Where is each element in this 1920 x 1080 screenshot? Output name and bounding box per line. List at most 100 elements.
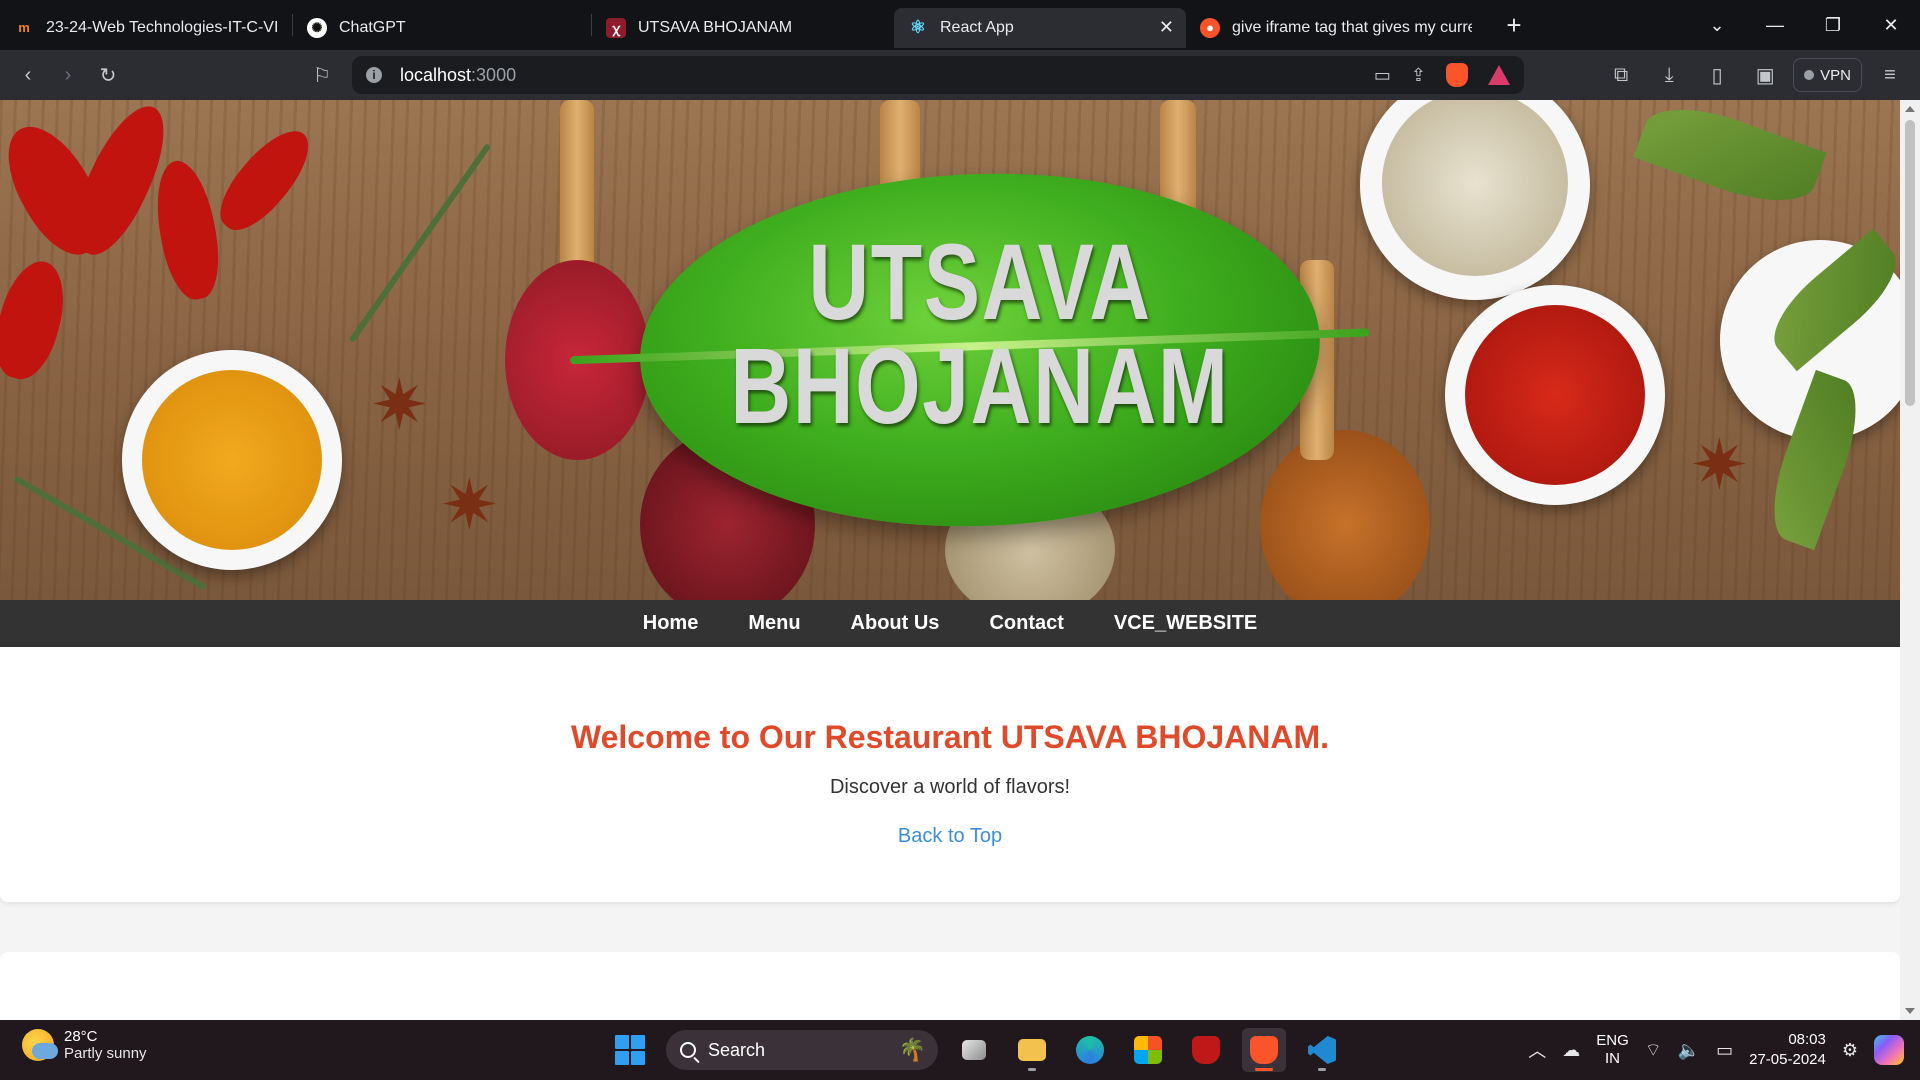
battery-icon[interactable]: ▭ — [1716, 1040, 1733, 1061]
minimize-button[interactable]: — — [1746, 15, 1804, 36]
start-button[interactable] — [608, 1028, 652, 1072]
notifications-icon[interactable]: ⚙ — [1842, 1040, 1858, 1061]
tab-react-app[interactable]: ⚛ React App ✕ — [894, 7, 1186, 48]
tab-iframe-question[interactable]: ● give iframe tag that gives my current — [1186, 8, 1486, 48]
brave-icon: ● — [1200, 17, 1220, 38]
browser-tab-strip: m 23-24-Web Technologies-IT-C-VI-SE ✺ Ch… — [0, 0, 1920, 50]
tab-title: give iframe tag that gives my current — [1232, 18, 1472, 36]
clock[interactable]: 08:03 27-05-2024 — [1749, 1030, 1826, 1070]
tab-chatgpt[interactable]: ✺ ChatGPT — [293, 8, 591, 48]
page-scrollbar[interactable] — [1900, 100, 1920, 1020]
clock-date: 27-05-2024 — [1749, 1051, 1826, 1068]
banner-title: UTSAVA BHOJANAM — [715, 221, 1245, 446]
taskbar-search[interactable]: Search 🌴 — [666, 1030, 938, 1070]
welcome-heading: Welcome to Our Restaurant UTSAVA BHOJANA… — [570, 719, 1329, 755]
file-explorer-app[interactable] — [1010, 1028, 1054, 1072]
tab-web-technologies[interactable]: m 23-24-Web Technologies-IT-C-VI-SE — [0, 8, 292, 48]
scroll-up-icon[interactable] — [1905, 106, 1915, 112]
sidebar-icon[interactable]: ▯ — [1697, 55, 1737, 95]
edge-icon — [1076, 1036, 1104, 1064]
weather-condition: Partly sunny — [64, 1045, 147, 1062]
nav-contact[interactable]: Contact — [989, 612, 1063, 635]
task-view-icon — [962, 1040, 986, 1060]
tab-title: UTSAVA BHOJANAM — [638, 18, 793, 36]
chili-decoration — [148, 156, 227, 304]
chili-decoration — [0, 254, 75, 386]
next-section — [0, 952, 1900, 1020]
mcafee-icon — [1192, 1036, 1220, 1064]
tab-title: React App — [940, 18, 1014, 36]
language-indicator[interactable]: ENG IN — [1596, 1032, 1629, 1068]
vpn-label: VPN — [1820, 66, 1851, 84]
reload-icon[interactable]: ↻ — [88, 55, 128, 95]
volume-icon[interactable]: 🔈 — [1678, 1040, 1700, 1061]
bay-leaf-decoration — [1633, 100, 1827, 219]
tab-title: 23-24-Web Technologies-IT-C-VI-SE — [46, 18, 278, 36]
restore-button[interactable]: ❐ — [1804, 15, 1862, 36]
edge-app[interactable] — [1068, 1028, 1112, 1072]
bookmark-icon[interactable]: ⚐ — [302, 55, 342, 95]
vscode-app[interactable] — [1300, 1028, 1344, 1072]
copilot-icon[interactable] — [1874, 1035, 1904, 1065]
onedrive-icon[interactable]: ☁ — [1562, 1040, 1580, 1061]
browser-toolbar: ‹ › ↻ ⚐ i localhost:3000 ▭ ⇪ ⧉ ⤓ ▯ ▣ VPN… — [0, 50, 1920, 100]
tab-search-icon[interactable]: ⌄ — [1688, 15, 1746, 36]
folder-icon — [1018, 1039, 1046, 1061]
cast-icon[interactable]: ▭ — [1374, 65, 1391, 86]
weather-temp: 28°C — [64, 1028, 98, 1045]
close-window-button[interactable]: ✕ — [1862, 15, 1920, 36]
brave-rewards-icon[interactable] — [1488, 65, 1510, 85]
site-info-icon[interactable]: i — [366, 67, 382, 83]
window-controls: ⌄ — ❐ ✕ — [1688, 0, 1920, 50]
task-view-button[interactable] — [952, 1028, 996, 1072]
vpn-button[interactable]: VPN — [1793, 58, 1862, 92]
address-bar[interactable]: i localhost:3000 ▭ ⇪ — [352, 56, 1524, 94]
nav-menu[interactable]: Menu — [748, 612, 800, 635]
chili-decoration — [207, 117, 323, 243]
tab-title: ChatGPT — [339, 18, 406, 36]
star-anise-decoration: ✷ — [370, 366, 429, 444]
menu-icon[interactable]: ≡ — [1870, 55, 1910, 95]
site-navbar: Home Menu About Us Contact VCE_WEBSITE — [0, 600, 1900, 647]
nav-about-us[interactable]: About Us — [851, 612, 940, 635]
extensions-icon[interactable]: ⧉ — [1601, 55, 1641, 95]
scroll-down-icon[interactable] — [1905, 1008, 1915, 1014]
store-icon — [1134, 1036, 1162, 1064]
tab-utsava-bhojanam[interactable]: ꭓ UTSAVA BHOJANAM — [592, 8, 890, 48]
star-anise-decoration: ✷ — [1690, 426, 1749, 504]
banner-title-line: UTSAVA — [808, 221, 1152, 342]
partly-sunny-icon — [22, 1029, 58, 1061]
windows-taskbar: 28°C Partly sunny Search 🌴 ︿ ☁ ENG IN ⌔ … — [0, 1020, 1920, 1080]
moodle-icon: m — [18, 20, 30, 35]
weather-widget[interactable]: 28°C Partly sunny — [22, 1028, 147, 1062]
search-highlight-icon: 🌴 — [898, 1037, 926, 1062]
vpn-status-icon — [1804, 70, 1815, 80]
back-icon[interactable]: ‹ — [8, 55, 48, 95]
download-icon[interactable]: ⤓ — [1649, 55, 1689, 95]
clock-time: 08:03 — [1788, 1031, 1826, 1048]
nav-home[interactable]: Home — [643, 612, 699, 635]
nav-vce-website[interactable]: VCE_WEBSITE — [1114, 612, 1257, 635]
wifi-icon[interactable]: ⌔ — [1645, 1039, 1662, 1062]
new-tab-button[interactable]: + — [1494, 5, 1534, 45]
mcafee-app[interactable] — [1184, 1028, 1228, 1072]
brave-app[interactable] — [1242, 1028, 1286, 1072]
spoon-decoration — [1260, 430, 1430, 600]
region-code: IN — [1605, 1050, 1620, 1067]
hero-banner: ✷ ✷ ✷ UTSAVA BHOJANAM — [0, 100, 1900, 600]
back-to-top-link[interactable]: Back to Top — [898, 825, 1002, 848]
vscode-icon — [1308, 1036, 1336, 1064]
turmeric-decoration — [142, 370, 322, 550]
banner-title-line: BHOJANAM — [730, 325, 1230, 446]
react-icon: ⚛ — [909, 17, 927, 37]
forward-icon[interactable]: › — [48, 55, 88, 95]
chevron-up-icon[interactable]: ︿ — [1528, 1037, 1546, 1063]
brave-shields-icon[interactable] — [1446, 63, 1468, 87]
wallet-icon[interactable]: ▣ — [1745, 55, 1785, 95]
rosemary-decoration — [348, 142, 492, 344]
scrollbar-thumb[interactable] — [1905, 120, 1915, 406]
close-tab-icon[interactable]: ✕ — [1159, 17, 1174, 38]
share-icon[interactable]: ⇪ — [1411, 65, 1426, 86]
search-icon — [680, 1042, 696, 1058]
store-app[interactable] — [1126, 1028, 1170, 1072]
